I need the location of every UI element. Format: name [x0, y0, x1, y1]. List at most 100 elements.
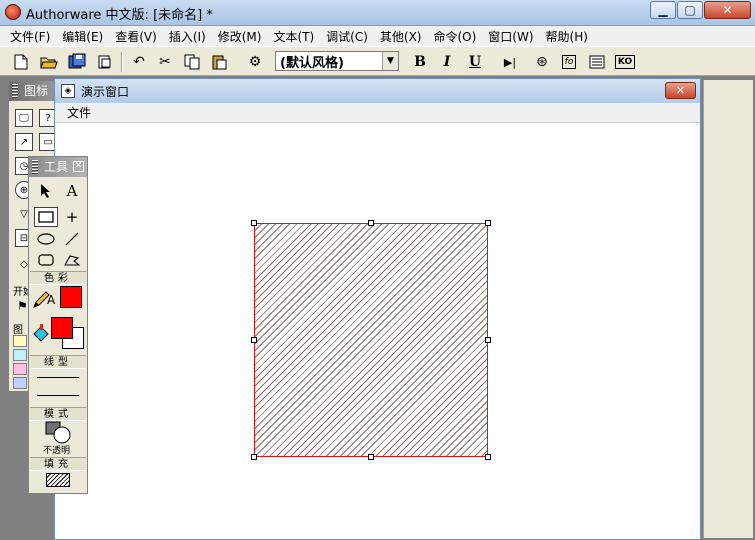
open-file-button[interactable] — [38, 51, 60, 73]
fill-bucket-icon — [32, 323, 50, 346]
icon-palette-title: 图标 — [24, 84, 49, 98]
text-color-a-icon: A — [47, 293, 56, 307]
stroke-color-swatch[interactable] — [60, 286, 82, 308]
maximize-button[interactable]: ▢ — [677, 1, 703, 19]
menu-bar: 文件(F) 编辑(E) 查看(V) 插入(I) 修改(M) 文本(T) 调试(C… — [0, 26, 755, 46]
selection-handle-bottom-left[interactable] — [251, 454, 257, 460]
display-icon[interactable]: 🖵 — [15, 109, 33, 127]
menu-window[interactable]: 窗口(W) — [482, 28, 539, 45]
minimize-button[interactable]: ▁ — [650, 1, 676, 19]
selection-handle-bottom[interactable] — [368, 454, 374, 460]
save-all-icon — [68, 53, 86, 69]
selection-handle-right[interactable] — [485, 337, 491, 343]
rectangle-tool[interactable] — [34, 207, 58, 227]
menu-debug[interactable]: 调试(C) — [320, 28, 374, 45]
toolbar: ↶ ✂ ⚙ (默认风格) ▼ B I U ▶| ⊛ fo KO — [0, 46, 755, 76]
import-button[interactable] — [94, 51, 116, 73]
presentation-menu-bar: 文件 — [55, 103, 700, 123]
icon-color-swatch[interactable] — [13, 363, 27, 375]
find-button[interactable]: ⚙ — [244, 51, 266, 73]
text-tool[interactable]: A — [60, 181, 84, 201]
window-title: Authorware 中文版: [未命名] * — [26, 8, 213, 23]
pointer-tool[interactable] — [34, 181, 58, 201]
selection-handle-top-left[interactable] — [251, 220, 257, 226]
close-icon: ✕ — [675, 84, 686, 97]
icon-color-swatch[interactable] — [13, 377, 27, 389]
chevron-down-icon[interactable]: ▼ — [382, 52, 398, 70]
fill-pattern-swatch[interactable] — [46, 473, 70, 487]
variables-window-button[interactable] — [586, 51, 608, 73]
tools-panel-title: 工具 — [44, 160, 69, 174]
save-all-button[interactable] — [66, 51, 88, 73]
paste-button[interactable] — [208, 51, 230, 73]
variables-icon — [589, 55, 605, 69]
main-title-bar: Authorware 中文版: [未命名] * ▁ ▢ ✕ — [0, 0, 755, 26]
undo-button[interactable]: ↶ — [128, 51, 150, 73]
ellipse-tool[interactable] — [34, 229, 58, 249]
presentation-menu-file[interactable]: 文件 — [67, 106, 91, 120]
tools-close-button[interactable]: ✕ — [73, 161, 84, 172]
mode-value: 不透明 — [43, 446, 71, 456]
menu-insert[interactable]: 插入(I) — [163, 28, 212, 45]
style-dropdown[interactable]: (默认风格) ▼ — [275, 51, 399, 71]
minimize-icon: ▁ — [658, 3, 668, 17]
crosshair-icon: + — [65, 208, 79, 226]
presentation-window-title-bar[interactable]: ◈ 演示窗口 ✕ — [55, 79, 700, 103]
straight-line-tool[interactable]: + — [60, 207, 84, 227]
new-file-icon — [14, 54, 28, 70]
rectangle-icon — [38, 211, 54, 223]
line-type-option[interactable] — [37, 395, 79, 396]
grip-icon — [32, 160, 38, 174]
polygon-icon — [64, 255, 80, 266]
background-window-edge — [703, 80, 753, 538]
menu-commands[interactable]: 命令(O) — [427, 28, 482, 45]
knowledge-objects-button[interactable]: KO — [614, 51, 636, 73]
icon-color-label: 图 — [13, 325, 23, 336]
selection-handle-top-right[interactable] — [485, 220, 491, 226]
cut-button[interactable]: ✂ — [154, 51, 176, 73]
icon-palette-title-bar[interactable]: 图标 — [9, 81, 59, 101]
run-button[interactable]: ▶| — [499, 51, 521, 73]
line-type-option[interactable] — [37, 377, 79, 378]
diagonal-line-tool[interactable] — [60, 229, 84, 249]
menu-help[interactable]: 帮助(H) — [540, 28, 594, 45]
undo-icon: ↶ — [133, 54, 145, 70]
open-folder-icon — [40, 57, 58, 69]
functions-window-button[interactable]: fo — [558, 51, 580, 73]
line-type-section-label: 线型 — [30, 355, 86, 369]
selection-handle-bottom-right[interactable] — [485, 454, 491, 460]
icon-color-swatch[interactable] — [13, 349, 27, 361]
underline-button[interactable]: U — [464, 51, 486, 73]
tools-panel-title-bar[interactable]: 工具 ✕ — [29, 157, 87, 177]
copy-icon — [184, 54, 200, 70]
run-icon: ▶| — [503, 55, 517, 69]
selection-handle-top[interactable] — [368, 220, 374, 226]
bold-button[interactable]: B — [409, 51, 431, 73]
rounded-rectangle-tool[interactable] — [34, 250, 58, 270]
motion-icon[interactable]: ↗ — [15, 133, 33, 151]
functions-icon: fo — [561, 55, 577, 69]
new-file-button[interactable] — [10, 51, 32, 73]
menu-text[interactable]: 文本(T) — [267, 28, 320, 45]
flag-icon[interactable]: ⚑ — [17, 299, 28, 313]
close-icon: ✕ — [722, 3, 733, 17]
hatched-rectangle-shape[interactable] — [254, 223, 488, 457]
copy-button[interactable] — [181, 51, 203, 73]
menu-file[interactable]: 文件(F) — [4, 28, 56, 45]
menu-view[interactable]: 查看(V) — [109, 28, 163, 45]
toolbar-separator — [121, 52, 123, 72]
import-icon — [98, 55, 111, 69]
icon-color-swatch[interactable] — [13, 335, 27, 347]
maximize-icon: ▢ — [684, 3, 696, 17]
italic-button[interactable]: I — [436, 51, 458, 73]
fill-color-swatch[interactable] — [51, 317, 73, 339]
menu-modify[interactable]: 修改(M) — [212, 28, 268, 45]
style-value: (默认风格) — [280, 55, 344, 71]
menu-edit[interactable]: 编辑(E) — [56, 28, 109, 45]
polygon-tool[interactable] — [60, 250, 84, 270]
menu-xtras[interactable]: 其他(X) — [374, 28, 428, 45]
close-button[interactable]: ✕ — [704, 1, 751, 19]
control-panel-button[interactable]: ⊛ — [531, 51, 553, 73]
presentation-close-button[interactable]: ✕ — [665, 82, 696, 99]
selection-handle-left[interactable] — [251, 337, 257, 343]
